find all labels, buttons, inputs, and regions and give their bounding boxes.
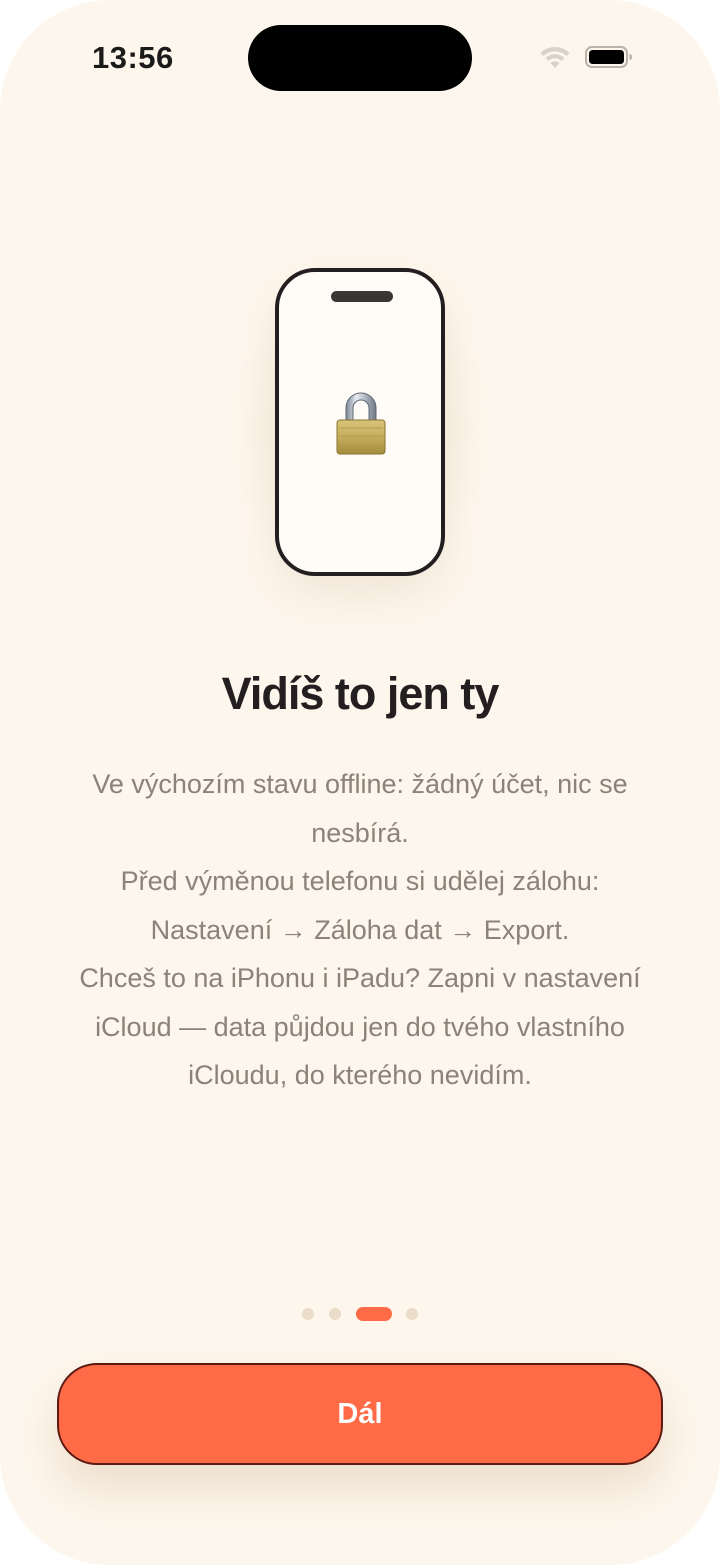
page-indicator[interactable] [0,1307,720,1321]
page-dot-3-active[interactable] [356,1307,392,1321]
description-line: Nastavení → Záloha dat → Export. [150,914,570,945]
page-dot-2[interactable] [329,1308,341,1320]
page-dot-1[interactable] [302,1308,314,1320]
description-line: Ve výchozím stavu offline: žádný účet, n… [92,769,628,799]
description-line: iCloudu, do kterého nevidím. [188,1060,532,1090]
phone-speaker [331,291,393,302]
wifi-icon [540,46,570,68]
next-button[interactable]: Dál [57,1363,663,1465]
description-line: iCloud — data půjdou jen do tvého vlastn… [95,1011,625,1042]
onboarding-description: Ve výchozím stavu offline: žádný účet, n… [50,760,670,1100]
battery-icon [585,46,632,68]
description-line: Před výměnou telefonu si udělej zálohu: [120,866,600,896]
page-dot-4[interactable] [406,1308,418,1320]
description-line: Chceš to na iPhonu i iPadu? Zapni v nast… [79,963,641,993]
phone-outline-icon [275,268,445,576]
onboarding-screen: 13:56 Vidíš to jen ty Ve výchozím stavu … [0,0,720,1565]
description-line: nesbírá. [311,817,409,848]
status-time: 13:56 [92,40,174,75]
next-button-label: Dál [337,1397,383,1430]
onboarding-title: Vidíš to jen ty [221,668,500,719]
dynamic-island [248,25,472,91]
lock-icon [336,392,386,455]
